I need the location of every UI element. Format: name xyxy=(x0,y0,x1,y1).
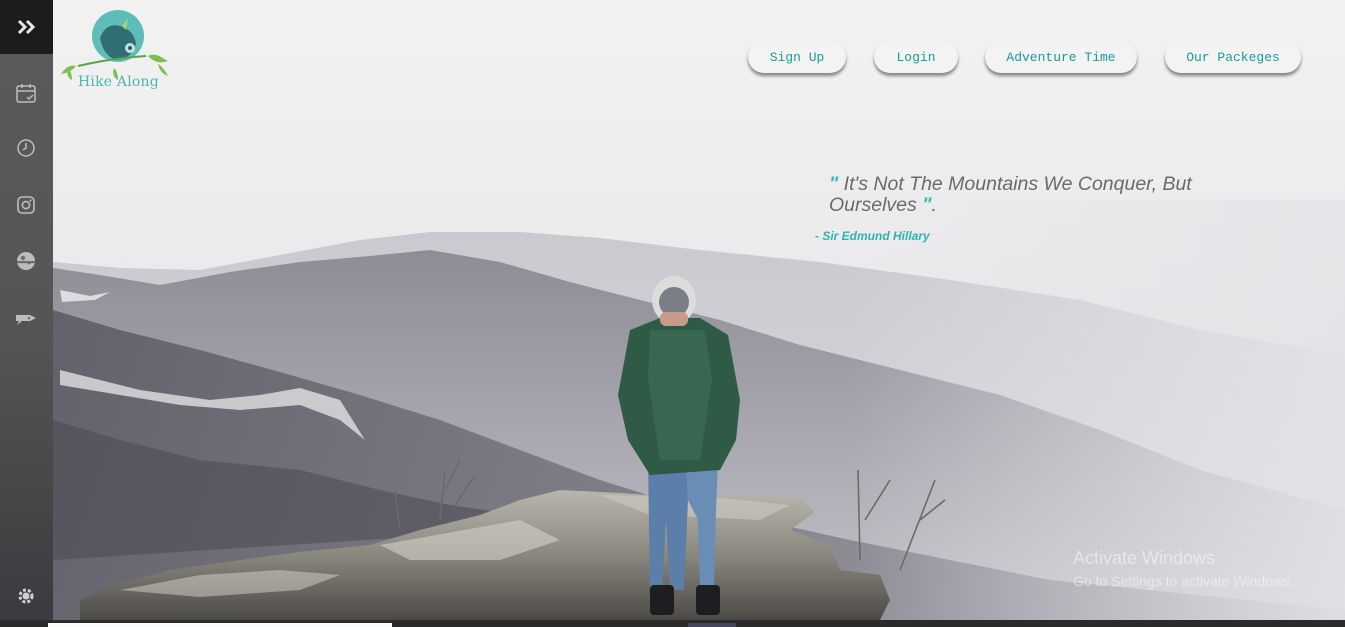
hero-background-image xyxy=(0,0,1345,627)
bottom-strip xyxy=(0,620,1345,627)
settings-icon[interactable] xyxy=(14,584,38,608)
double-chevron-right-icon xyxy=(17,19,35,35)
quote-period: . xyxy=(931,194,937,216)
instagram-icon[interactable] xyxy=(14,193,38,217)
page: Hike Along Sign Up Login Adventure Time … xyxy=(0,0,1345,627)
bottom-strip-segment xyxy=(48,623,392,627)
clock-icon[interactable] xyxy=(14,136,38,160)
quote-author: - Sir Edmund Hillary xyxy=(815,229,930,243)
activate-windows-subtitle: Go to Settings to activate Windows. xyxy=(1073,573,1294,589)
login-button[interactable]: Login xyxy=(874,41,958,73)
quote-text: It's Not The Mountains We Conquer, But O… xyxy=(829,173,1192,216)
adventure-time-button[interactable]: Adventure Time xyxy=(985,41,1137,73)
sign-up-button[interactable]: Sign Up xyxy=(748,41,846,73)
brand-name[interactable]: Hike Along xyxy=(78,74,159,90)
bottom-strip-segment xyxy=(688,623,736,627)
rocket-icon[interactable] xyxy=(14,306,38,330)
sidebar-toggle-button[interactable] xyxy=(0,0,53,54)
planet-icon[interactable] xyxy=(14,249,38,273)
our-packages-button[interactable]: Our Packeges xyxy=(1165,41,1301,73)
activate-windows-title: Activate Windows xyxy=(1073,548,1216,568)
quote-open-mark: " xyxy=(829,173,839,195)
hero-quote: " It's Not The Mountains We Conquer, But… xyxy=(829,174,1249,216)
calendar-icon[interactable] xyxy=(14,81,38,105)
sidebar xyxy=(0,0,53,627)
